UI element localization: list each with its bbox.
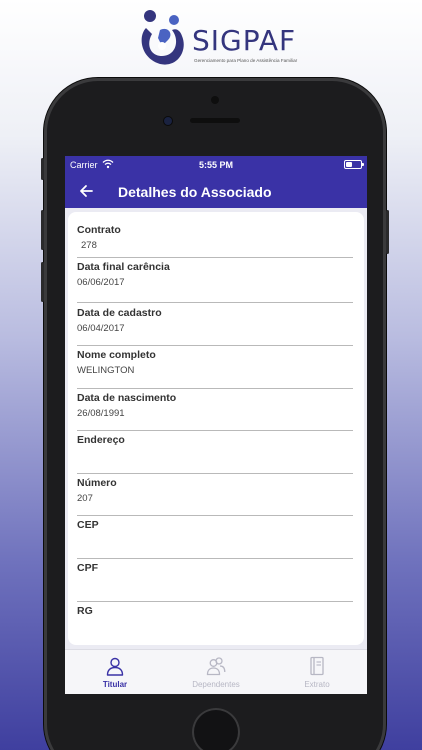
home-button[interactable] xyxy=(192,708,240,750)
tab-label: Extrato xyxy=(304,680,330,689)
app-screen: Carrier 5:55 PM Detalhes do Associado Co… xyxy=(65,156,367,694)
tab-dependentes[interactable]: Dependentes xyxy=(166,650,266,694)
battery-icon xyxy=(344,160,364,169)
arrow-left-icon xyxy=(80,185,93,197)
tab-titular[interactable]: Titular xyxy=(65,650,165,694)
field-value: 278 xyxy=(81,240,97,251)
brand-tagline: Gerenciamento para Plano de Assistência … xyxy=(194,58,298,63)
proximity-sensor xyxy=(211,96,219,104)
field-divider xyxy=(77,558,353,559)
page-title: Detalhes do Associado xyxy=(118,184,272,200)
field-value xyxy=(77,578,353,590)
field-label: CEP xyxy=(77,519,99,531)
field-data-final-carencia: Data final carência 06/06/2017 xyxy=(77,261,353,289)
field-nome-completo: Nome completo WELINGTON xyxy=(77,349,353,377)
field-divider xyxy=(77,302,353,303)
field-value: 207 xyxy=(77,493,93,504)
status-bar: Carrier 5:55 PM xyxy=(65,156,367,174)
field-value: WELINGTON xyxy=(77,365,135,376)
brand-name: SIGPAF xyxy=(192,24,297,57)
notebook-icon xyxy=(310,656,324,676)
field-value: 06/06/2017 xyxy=(77,277,125,288)
volume-up-button xyxy=(41,210,44,250)
field-data-nascimento: Data de nascimento 26/08/1991 xyxy=(77,392,353,420)
field-label: Data de cadastro xyxy=(77,307,162,319)
field-contrato: Contrato 278 xyxy=(77,224,353,252)
back-button[interactable] xyxy=(75,180,97,202)
field-cpf: CPF xyxy=(77,562,353,590)
earpiece-speaker xyxy=(190,118,240,123)
field-cep: CEP xyxy=(77,519,353,547)
field-divider xyxy=(77,601,353,602)
field-divider xyxy=(77,430,353,431)
tab-extrato[interactable]: Extrato xyxy=(267,650,367,694)
tab-bar: Titular Dependentes Extrato xyxy=(65,649,367,694)
field-divider xyxy=(77,473,353,474)
field-label: RG xyxy=(77,605,93,617)
power-button xyxy=(386,210,389,254)
field-label: CPF xyxy=(77,562,98,574)
field-label: Nome completo xyxy=(77,349,156,361)
people-icon xyxy=(206,657,226,676)
field-label: Número xyxy=(77,477,117,489)
status-time: 5:55 PM xyxy=(198,160,233,170)
front-camera xyxy=(164,117,172,125)
field-divider xyxy=(77,345,353,346)
field-label: Data de nascimento xyxy=(77,392,177,404)
field-divider xyxy=(77,515,353,516)
field-value: 26/08/1991 xyxy=(77,408,125,419)
field-divider xyxy=(77,388,353,389)
sigpaf-logo-icon xyxy=(141,10,184,65)
field-value xyxy=(77,535,353,547)
field-value xyxy=(77,621,353,633)
details-card: Contrato 278 Data final carência 06/06/2… xyxy=(68,212,364,645)
volume-down-button xyxy=(41,262,44,302)
tab-label: Dependentes xyxy=(192,680,240,689)
brand-header: SIGPAF Gerenciamento para Plano de Assis… xyxy=(140,6,310,70)
mute-switch xyxy=(41,158,44,180)
field-data-cadastro: Data de cadastro 06/04/2017 xyxy=(77,307,353,335)
field-value: 06/04/2017 xyxy=(77,323,125,334)
tab-label: Titular xyxy=(102,680,128,689)
field-label: Data final carência xyxy=(77,261,170,273)
field-label: Endereço xyxy=(77,434,125,446)
field-endereco: Endereço xyxy=(77,434,353,462)
field-divider xyxy=(77,257,353,258)
person-icon xyxy=(106,657,124,676)
field-numero: Número 207 xyxy=(77,477,353,505)
field-label: Contrato xyxy=(77,224,121,236)
nav-bar: Detalhes do Associado xyxy=(65,174,367,208)
field-rg: RG xyxy=(77,605,353,633)
field-value xyxy=(77,450,353,462)
